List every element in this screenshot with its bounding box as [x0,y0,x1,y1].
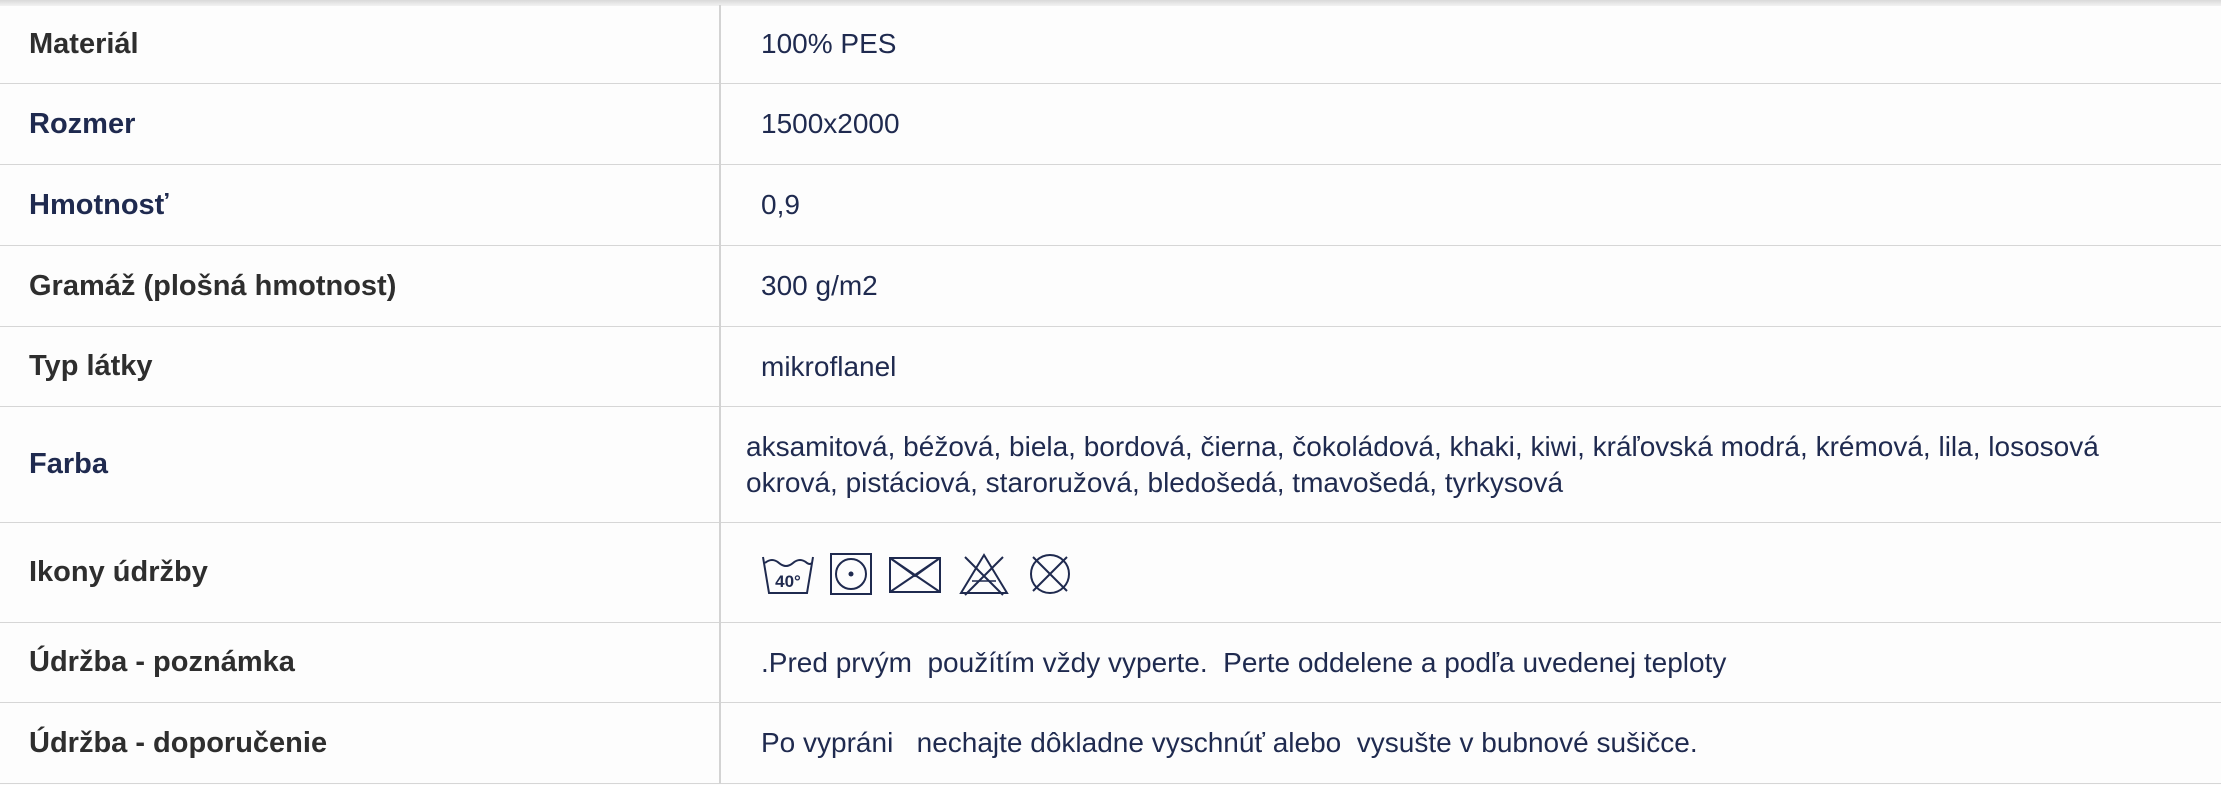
spec-row-care-recommendation: Údržba - doporučenie Po vypráni nechajte… [0,702,2221,784]
bleach-crossed-icon [959,552,1009,596]
spec-row-care-note: Údržba - poznámka .Pred prvým použítím v… [0,622,2221,703]
spec-value: 100% PES [720,5,2221,84]
wash-temp-label: 40° [775,572,801,591]
spec-row-color: Farba aksamitová, béžová, biela, bordová… [0,406,2221,523]
spec-value: .Pred prvým použítím vždy vyperte. Perte… [720,622,2221,703]
spec-value: aksamitová, béžová, biela, bordová, čier… [720,406,2221,523]
spec-value: 300 g/m2 [720,245,2221,327]
tumble-dry-icon [830,552,872,595]
spec-label: Typ látky [0,326,721,407]
spec-value: 40° [720,522,2221,623]
spec-row-weight: Hmotnosť 0,9 [0,164,2221,246]
product-spec-table: Materiál 100% PES Rozmer 1500x2000 Hmotn… [0,5,2221,784]
spec-value: Po vypráni nechajte dôkladne vyschnúť al… [720,702,2221,784]
spec-row-grammage: Gramáž (plošná hmotnost) 300 g/m2 [0,245,2221,327]
spec-value: 1500x2000 [720,83,2221,165]
spec-row-care-icons: Ikony údržby 40° [0,522,2221,623]
spec-label: Gramáž (plošná hmotnost) [0,245,721,327]
spec-label: Hmotnosť [0,164,721,246]
wash-40-icon: 40° [762,556,814,594]
spec-value: mikroflanel [720,326,2221,407]
spec-label: Rozmer [0,83,721,165]
spec-row-fabric-type: Typ látky mikroflanel [0,326,2221,407]
spec-row-material: Materiál 100% PES [0,5,2221,84]
spec-label: Údržba - poznámka [0,622,721,703]
spec-label: Údržba - doporučenie [0,702,721,784]
dry-clean-crossed-icon [1030,553,1070,594]
spec-label: Ikony údržby [0,522,721,623]
care-icons-group: 40° [761,551,2221,597]
spec-row-size: Rozmer 1500x2000 [0,83,2221,165]
spec-label: Materiál [0,5,721,84]
spec-value: 0,9 [720,164,2221,246]
spec-label: Farba [0,406,721,523]
iron-crossed-icon [889,556,941,593]
